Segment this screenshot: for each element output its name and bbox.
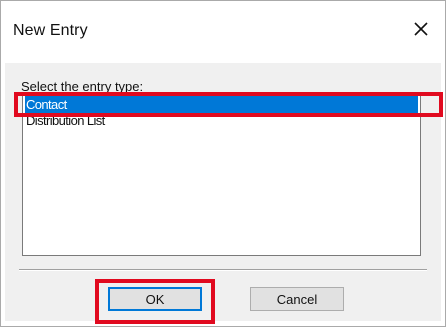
entry-type-listbox[interactable]: Contact Distribution List [22,94,421,256]
title-bar: New Entry [1,1,445,61]
dialog-title: New Entry [13,22,88,39]
list-item-contact[interactable]: Contact [25,96,418,113]
entry-type-prompt: Select the entry type: [21,79,144,94]
new-entry-dialog: New Entry Select the entry type: Contact… [0,0,446,327]
list-item-distribution-list[interactable]: Distribution List [25,112,418,129]
separator [19,269,427,271]
close-button[interactable] [403,12,439,46]
cancel-button[interactable]: Cancel [250,287,344,311]
ok-button[interactable]: OK [108,287,202,311]
dialog-body: Select the entry type: Contact Distribut… [5,63,441,321]
close-icon [414,22,428,36]
